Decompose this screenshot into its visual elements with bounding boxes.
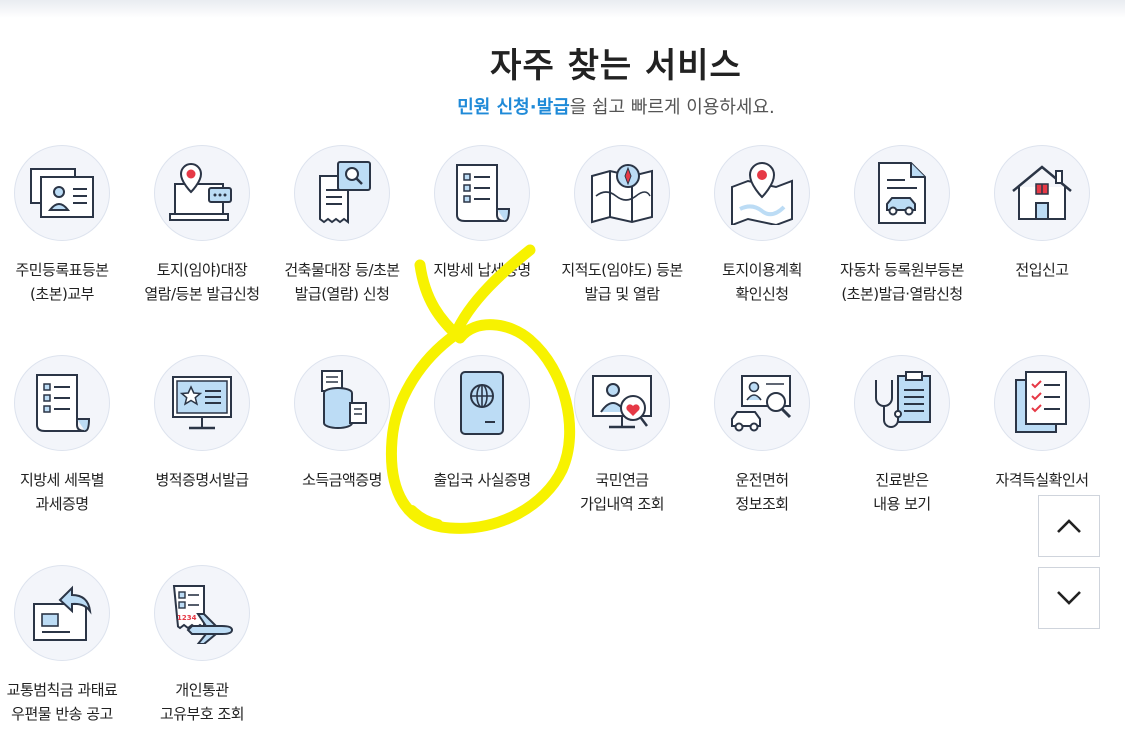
service-icon-circle	[154, 355, 250, 451]
service-building-register[interactable]: 건축물대장 등/초본 발급(열람) 신청	[272, 145, 412, 306]
tax-document-icon	[456, 164, 511, 222]
service-label: 지방세 납세증명	[433, 261, 531, 279]
service-label: 진료받은 내용 보기	[873, 471, 931, 513]
scroll-down-button[interactable]	[1038, 567, 1100, 629]
service-icon-circle	[14, 145, 110, 241]
subtitle-text: 을 쉽고 빠르게 이용하세요.	[569, 97, 775, 118]
returned-mail-icon	[33, 585, 92, 641]
service-military-certificate[interactable]: 병적증명서발급	[132, 355, 272, 492]
section-title: 자주 찾는 서비스	[490, 46, 742, 86]
service-label: 토지(임야)대장 열람/등본 발급신청	[144, 261, 260, 303]
service-icon-circle	[994, 145, 1090, 241]
service-label: 주민등록표등본 (초본)교부	[15, 261, 109, 303]
service-label: 자격득실확인서	[995, 471, 1089, 489]
chevron-up-icon	[1057, 519, 1081, 533]
tax-list-icon	[36, 374, 91, 432]
service-customs-code[interactable]: 1234 개인통관 고유부호 조회	[132, 565, 272, 726]
service-medical-history[interactable]: 진료받은 내용 보기	[832, 355, 972, 516]
service-label: 자동차 등록원부등본 (초본)발급·열람신청	[840, 261, 964, 303]
service-icon-circle	[574, 355, 670, 451]
subtitle-accent: 민원 신청·발급	[457, 97, 570, 118]
service-icon-circle	[154, 145, 250, 241]
service-land-register[interactable]: 토지(임야)대장 열람/등본 발급신청	[132, 145, 272, 306]
service-label: 지적도(임야도) 등본 발급 및 열람	[561, 261, 683, 303]
id-card-icon	[30, 168, 94, 218]
service-label: 개인통관 고유부호 조회	[159, 681, 245, 723]
service-icon-circle	[994, 355, 1090, 451]
service-icon-circle	[14, 565, 110, 661]
map-pin-icon	[731, 161, 793, 225]
pension-monitor-icon	[592, 375, 652, 429]
service-icon-circle	[714, 355, 810, 451]
service-icon-circle	[434, 355, 530, 451]
coins-document-icon	[321, 370, 367, 429]
service-label: 병적증명서발급	[155, 471, 249, 489]
service-label: 지방세 세목별 과세증명	[19, 471, 105, 513]
chevron-down-icon	[1057, 591, 1081, 605]
checklist-icon	[1015, 371, 1067, 433]
passport-icon	[460, 371, 504, 435]
car-document-icon	[878, 162, 926, 224]
service-label: 건축물대장 등/초본 발급(열람) 신청	[284, 261, 400, 303]
service-icon-circle	[854, 355, 950, 451]
service-cadastral-map[interactable]: 지적도(임야도) 등본 발급 및 열람	[552, 145, 692, 306]
svg-text:1234: 1234	[177, 614, 197, 622]
service-land-use-plan[interactable]: 토지이용계획 확인신청	[692, 145, 832, 306]
service-qualification-certificate[interactable]: 자격득실확인서	[972, 355, 1112, 492]
service-label: 소득금액증명	[302, 471, 382, 489]
service-car-register[interactable]: 자동차 등록원부등본 (초본)발급·열람신청	[832, 145, 972, 306]
service-move-in-report[interactable]: 전입신고	[972, 145, 1112, 282]
license-search-icon	[731, 375, 792, 432]
service-resident-register[interactable]: 주민등록표등본 (초본)교부	[0, 145, 132, 306]
house-icon	[1012, 165, 1072, 220]
service-drivers-license[interactable]: 운전면허 정보조회	[692, 355, 832, 516]
service-label: 국민연금 가입내역 조회	[579, 471, 665, 513]
header-shadow	[0, 0, 1125, 18]
service-icon-circle	[434, 145, 530, 241]
section-subtitle: 민원 신청·발급을 쉽고 빠르게 이용하세요.	[0, 93, 1125, 119]
service-icon-circle	[294, 145, 390, 241]
service-national-pension[interactable]: 국민연금 가입내역 조회	[552, 355, 692, 516]
service-icon-circle	[714, 145, 810, 241]
receipt-search-icon	[319, 161, 371, 224]
map-compass-icon	[591, 164, 653, 224]
laptop-location-icon	[169, 162, 232, 221]
service-label: 출입국 사실증명	[433, 471, 531, 489]
service-local-tax-by-item[interactable]: 지방세 세목별 과세증명	[0, 355, 132, 516]
service-label: 토지이용계획 확인신청	[722, 261, 802, 303]
medical-clipboard-icon	[875, 371, 931, 428]
service-icon-circle	[14, 355, 110, 451]
service-icon-circle	[294, 355, 390, 451]
service-label: 운전면허 정보조회	[735, 471, 789, 513]
service-icon-circle	[854, 145, 950, 241]
service-immigration-certificate[interactable]: 출입국 사실증명	[412, 355, 552, 492]
service-traffic-fine-mail[interactable]: 교통범칙금 과태료 우편물 반송 공고	[0, 565, 132, 726]
service-icon-circle: 1234	[154, 565, 250, 661]
customs-plane-icon: 1234	[172, 585, 234, 644]
service-income-certificate[interactable]: 소득금액증명	[272, 355, 412, 492]
service-local-tax-certificate[interactable]: 지방세 납세증명	[412, 145, 552, 282]
military-monitor-icon	[172, 376, 232, 430]
service-label: 교통범칙금 과태료 우편물 반송 공고	[6, 681, 118, 723]
service-label: 전입신고	[1015, 261, 1069, 279]
scroll-up-button[interactable]	[1038, 495, 1100, 557]
service-icon-circle	[574, 145, 670, 241]
